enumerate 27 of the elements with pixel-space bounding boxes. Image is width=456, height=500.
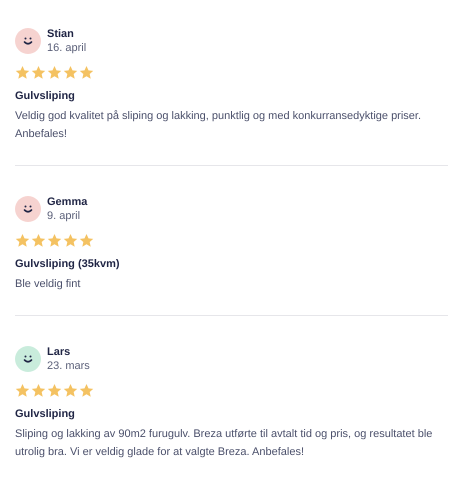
review-title: Gulvsliping xyxy=(15,408,76,420)
star-icon xyxy=(31,233,46,248)
star-icon xyxy=(79,65,94,80)
reviewer-name: Lars xyxy=(47,346,72,358)
star-icon xyxy=(15,65,30,80)
star-icon xyxy=(15,383,30,398)
review-date: 23. mars xyxy=(47,360,90,372)
reviewer-name: Gemma xyxy=(47,196,88,208)
review-text: Ble veldig fint xyxy=(15,277,82,292)
review-title: Gulvsliping (35kvm) xyxy=(15,258,121,270)
star-icon xyxy=(47,65,62,80)
review-title: Gulvsliping xyxy=(15,90,76,102)
star-icon xyxy=(31,65,46,80)
review-text: Veldig god kvalitet på sliping og lakking, punktlig og med konkurransedyktige priser. Anbefales! xyxy=(15,109,422,142)
review-text: Sliping og lakking av 90m2 furugulv. Breza utførte til avtalt tid og pris, og resultatet ble utrolig bra. Vi er veldig glade for at valgte Breza. Anbefales! xyxy=(15,427,434,460)
star-icon xyxy=(31,383,46,398)
review-date: 9. april xyxy=(47,210,82,222)
star-icon xyxy=(79,383,94,398)
star-icon xyxy=(63,233,78,248)
star-icon xyxy=(47,383,62,398)
reviewer-name: Stian xyxy=(47,28,75,40)
star-icon xyxy=(47,233,62,248)
star-icon xyxy=(63,65,78,80)
star-icon xyxy=(15,233,30,248)
star-icon xyxy=(79,233,94,248)
star-icon xyxy=(63,383,78,398)
review-date: 16. april xyxy=(47,42,86,54)
